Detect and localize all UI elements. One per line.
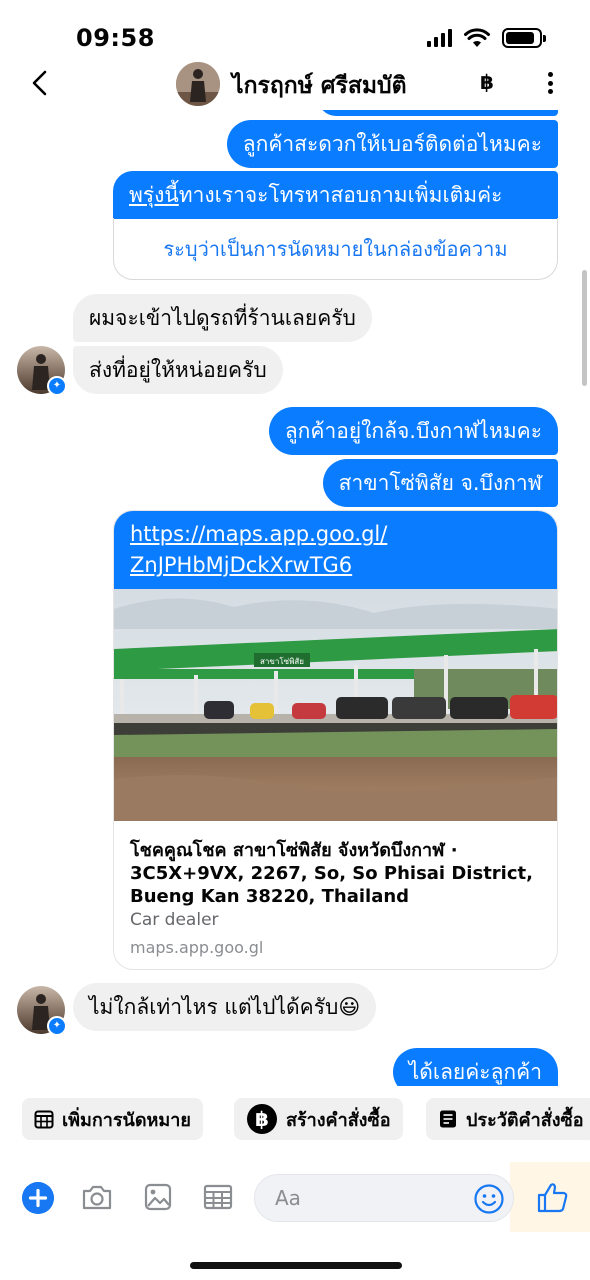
calendar-icon (34, 1110, 54, 1129)
message-composer: Aa (0, 1162, 590, 1232)
contact-avatar[interactable] (176, 62, 220, 106)
message-text: ลูกค้าสะดวกให้เบอร์ติดต่อไหมคะ (242, 132, 542, 156)
link-category: Car dealer (130, 910, 219, 930)
message-text: ได้เลยค่ะลูกค้า (408, 1060, 542, 1084)
status-icons (427, 28, 546, 48)
link-domain: maps.app.goo.gl (130, 938, 264, 957)
location-photo[interactable]: สาขาโซ่พิสัย (114, 589, 557, 821)
message-text: ส่งที่อยู่ให้หน่อยครับ (89, 358, 267, 382)
message-bubble-outgoing[interactable]: ลูกค้าอยู่ใกล้จ.บึงกาฬไหมคะ (268, 407, 558, 455)
date-link[interactable]: พรุ่งนี้ (129, 183, 179, 207)
back-chevron-icon[interactable] (26, 68, 56, 98)
contact-name[interactable]: ไกรฤกษ์ ศรีสมบัติ (232, 68, 407, 104)
link-title: โชคคูณโชค สาขาโซ่พิสัย จังหวัดบึงกาฬ · 3… (130, 840, 533, 907)
message-bubble-incoming[interactable]: ผมจะเข้าไปดูรถที่ร้านเลยครับ (73, 294, 372, 342)
camera-icon[interactable] (80, 1180, 114, 1214)
message-text: ไม่ใกล้เท่าไหร แต่ไปได้ครับ (89, 995, 339, 1019)
grinning-emoji-icon: 😃 (338, 995, 361, 1019)
receipt-icon (440, 1110, 456, 1128)
messenger-badge-icon: ✦ (47, 376, 67, 396)
messenger-badge-icon: ✦ (47, 1016, 67, 1036)
appointment-suggestion-link[interactable]: ระบุว่าเป็นการนัดหมายในกล่องข้อความ (113, 218, 558, 280)
message-list[interactable]: ลูกค้าสะดวกให้เบอร์ติดต่อไหมคะ พรุ่งนี้ท… (0, 110, 590, 1086)
quick-actions-bar[interactable]: เพิ่มการนัดหมาย ฿ สร้างคำสั่งซื้อ ประวัต… (0, 1098, 590, 1142)
order-baht-icon[interactable]: ฿ (480, 70, 494, 94)
table-grid-icon[interactable] (201, 1180, 235, 1214)
message-bubble-outgoing[interactable]: ได้เลยค่ะลูกค้า (392, 1048, 558, 1086)
message-bubble-incoming[interactable]: ไม่ใกล้เท่าไหร แต่ไปได้ครับ😃 (73, 983, 377, 1031)
svg-text:฿: ฿ (255, 1107, 269, 1131)
thumbs-up-icon[interactable] (536, 1180, 570, 1214)
chip-label: สร้างคำสั่งซื้อ (286, 1109, 391, 1131)
message-text: สาขาโซ่พิสัย จ.บึงกาฬ (338, 471, 542, 495)
message-bubble-incoming[interactable]: ส่งที่อยู่ให้หน่อยครับ (73, 346, 283, 394)
dealership-sign: สาขาโซ่พิสัย (260, 656, 304, 666)
plus-icon[interactable] (22, 1182, 54, 1214)
emoji-icon[interactable] (473, 1183, 505, 1215)
chat-header: ไกรฤกษ์ ศรีสมบัติ ฿ (0, 60, 590, 110)
more-options-icon[interactable] (540, 68, 560, 98)
add-appointment-chip[interactable]: เพิ่มการนัดหมาย (22, 1098, 203, 1140)
map-link[interactable]: https://maps.app.goo.gl/ ZnJPHbMjDckXrwT… (114, 511, 557, 589)
link-preview-card[interactable]: https://maps.app.goo.gl/ ZnJPHbMjDckXrwT… (113, 510, 558, 970)
message-text: ลูกค้าอยู่ใกล้จ.บึงกาฬไหมคะ (284, 419, 542, 443)
message-bubble-outgoing[interactable]: สาขาโซ่พิสัย จ.บึงกาฬ (322, 459, 558, 507)
wifi-icon (464, 28, 490, 47)
scrollbar[interactable] (582, 270, 587, 386)
status-time: 09:58 (76, 24, 155, 52)
order-history-chip[interactable]: ประวัติคำสั่งซื้อ (426, 1098, 590, 1140)
battery-icon (502, 28, 546, 48)
message-input-placeholder: Aa (275, 1186, 301, 1210)
message-bubble-partial (318, 110, 558, 116)
chat-screen: 09:58 ไกรฤกษ์ ศรีสมบัติ ฿ ลูกค้าสะดวกให้… (0, 0, 590, 1280)
message-input[interactable]: Aa (254, 1174, 514, 1222)
message-text: ทางเราจะโทรหาสอบถามเพิ่มเติมค่ะ (178, 183, 503, 207)
create-order-chip[interactable]: ฿ สร้างคำสั่งซื้อ (234, 1098, 403, 1140)
home-indicator[interactable] (190, 1262, 402, 1269)
cellular-signal-icon (427, 29, 452, 47)
photo-gallery-icon[interactable] (141, 1180, 175, 1214)
baht-icon: ฿ (247, 1104, 277, 1134)
message-text: ผมจะเข้าไปดูรถที่ร้านเลยครับ (89, 306, 356, 330)
chip-label: เพิ่มการนัดหมาย (62, 1109, 191, 1131)
message-bubble-outgoing[interactable]: พรุ่งนี้ทางเราจะโทรหาสอบถามเพิ่มเติมค่ะ (113, 171, 558, 219)
chip-label: ประวัติคำสั่งซื้อ (466, 1109, 584, 1131)
status-bar: 09:58 (0, 0, 590, 60)
message-bubble-outgoing[interactable]: ลูกค้าสะดวกให้เบอร์ติดต่อไหมคะ (226, 120, 558, 168)
